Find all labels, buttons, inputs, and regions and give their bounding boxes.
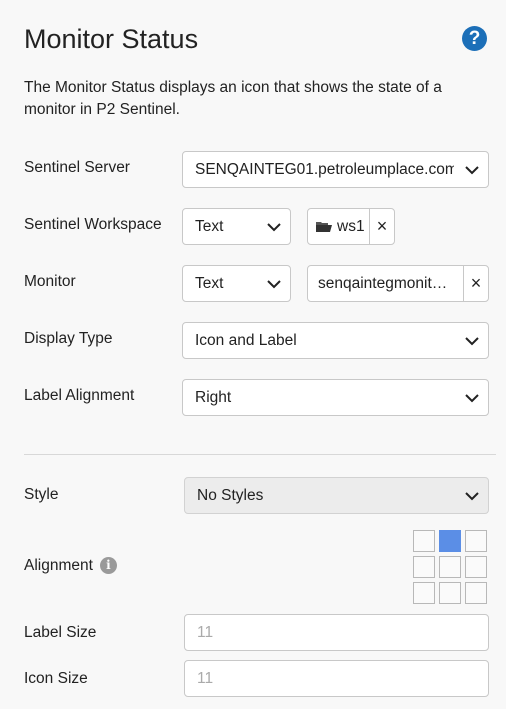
monitor-chip[interactable]: senqaintegmonit… × [307,265,489,302]
info-icon[interactable]: i [99,557,117,574]
label-size-input[interactable]: 11 [184,614,489,651]
remove-workspace-button[interactable]: × [369,209,394,244]
alignment-grid [413,530,487,604]
sentinel-server-value: SENQAINTEG01.petroleumplace.com [195,161,454,178]
alignment-cell-bottom-left[interactable] [413,582,435,604]
alignment-cell-top-left[interactable] [413,530,435,552]
page-title: Monitor Status [24,24,199,54]
chevron-down-icon [465,394,479,403]
section-divider [24,454,496,455]
style-label: Style [24,486,59,503]
sentinel-workspace-mode-select[interactable]: Text [182,208,291,245]
sentinel-server-select[interactable]: SENQAINTEG01.petroleumplace.com [182,151,489,188]
icon-size-label: Icon Size [24,670,88,687]
monitor-chip-body: senqaintegmonit… [308,266,463,301]
alignment-cell-bottom-center[interactable] [439,582,461,604]
chevron-down-icon [465,337,479,346]
sentinel-workspace-label: Sentinel Workspace [24,216,162,233]
monitor-mode-value: Text [195,275,224,292]
alignment-label-row: Alignment i [24,557,117,575]
sentinel-workspace-chip-body: ws1 [308,209,369,244]
alignment-cell-middle-right[interactable] [465,556,487,578]
alignment-cell-top-right[interactable] [465,530,487,552]
sentinel-server-label: Sentinel Server [24,159,130,176]
label-alignment-label: Label Alignment [24,387,135,404]
alignment-cell-bottom-right[interactable] [465,582,487,604]
remove-monitor-button[interactable]: × [463,266,488,301]
label-alignment-select[interactable]: Right [182,379,489,416]
sentinel-workspace-chip-value: ws1 [337,217,365,235]
style-select[interactable]: No Styles [184,477,489,514]
alignment-cell-top-center[interactable] [439,530,461,552]
label-size-label: Label Size [24,624,97,641]
style-value: No Styles [197,487,264,504]
display-type-value: Icon and Label [195,332,297,349]
icon-size-input[interactable]: 11 [184,660,489,697]
chevron-down-icon [465,166,479,175]
monitor-status-panel: Monitor Status ? The Monitor Status disp… [0,0,506,709]
panel-description: The Monitor Status displays an icon that… [24,79,442,118]
chevron-down-icon [267,223,281,232]
help-icon[interactable]: ? [462,26,487,51]
folder-icon [316,221,332,232]
label-alignment-value: Right [195,389,232,406]
monitor-chip-value: senqaintegmonit… [318,274,448,292]
alignment-label: Alignment [24,557,93,574]
label-size-placeholder: 11 [197,624,214,641]
display-type-label: Display Type [24,330,113,347]
icon-size-placeholder: 11 [197,670,214,687]
alignment-cell-middle-left[interactable] [413,556,435,578]
monitor-label: Monitor [24,273,76,290]
chevron-down-icon [465,492,479,501]
display-type-select[interactable]: Icon and Label [182,322,489,359]
chevron-down-icon [267,280,281,289]
alignment-cell-middle-center[interactable] [439,556,461,578]
sentinel-workspace-mode-value: Text [195,218,224,235]
monitor-mode-select[interactable]: Text [182,265,291,302]
sentinel-workspace-chip[interactable]: ws1 × [307,208,395,245]
